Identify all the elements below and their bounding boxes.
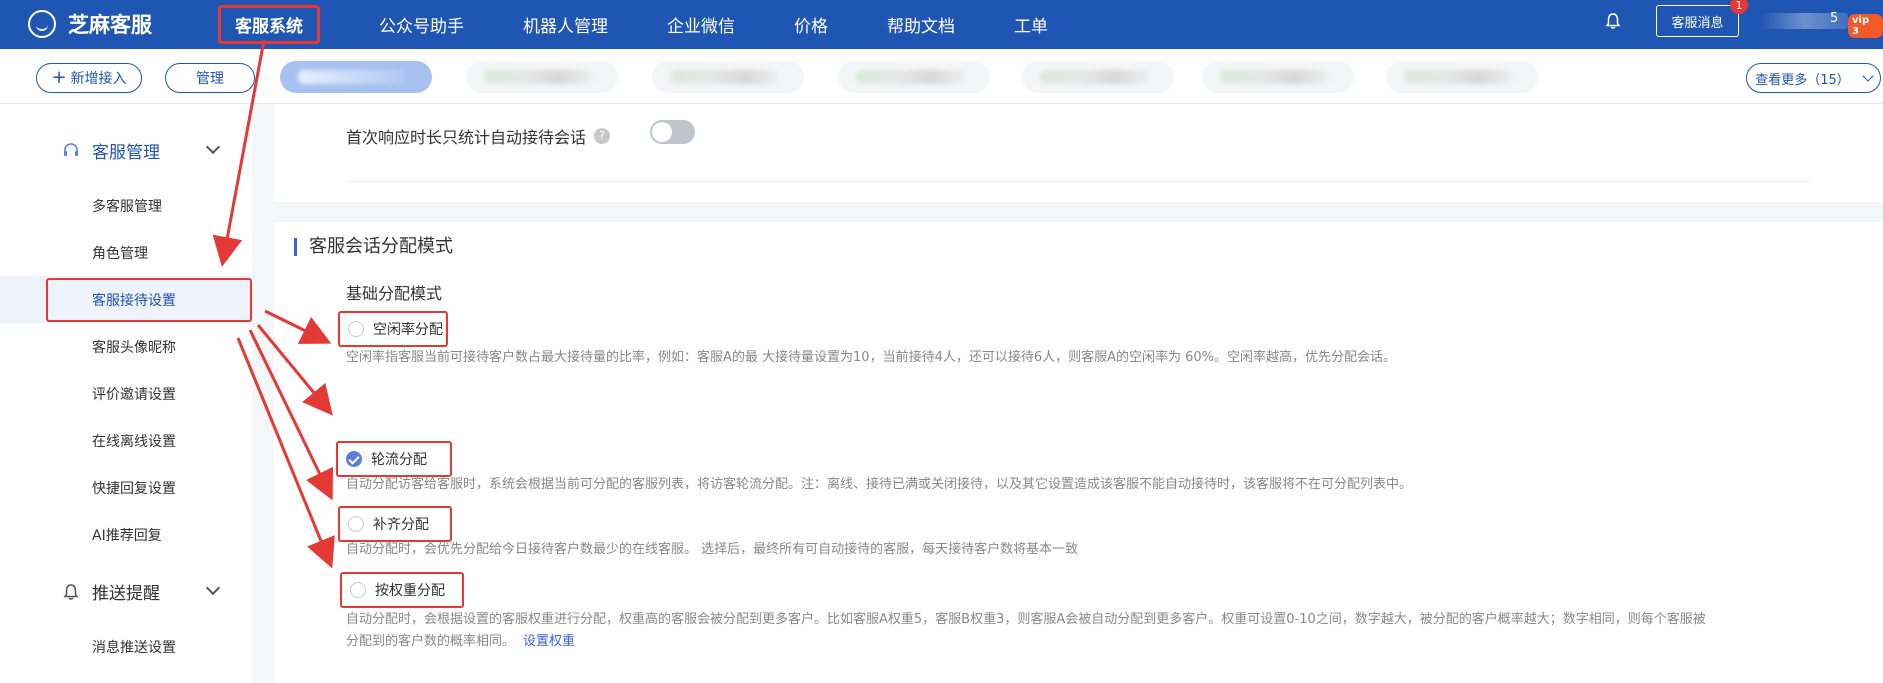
nav-help-docs[interactable]: 帮助文档 xyxy=(887,12,955,37)
sidebar-item-quick-reply[interactable]: 快捷回复设置 xyxy=(0,464,252,511)
bell-icon[interactable] xyxy=(1604,12,1622,30)
nav-robot-management[interactable]: 机器人管理 xyxy=(523,12,608,37)
app-logo[interactable]: 芝麻客服 xyxy=(28,9,152,39)
radio-label: 空闲率分配 xyxy=(373,322,443,338)
radio-label: 补齐分配 xyxy=(373,517,429,533)
mode-description: 自动分配访客给客服时，系统会根据当前可分配的客服列表，将访客轮流分配。注：离线、… xyxy=(346,477,1413,492)
radio-round-robin[interactable]: 轮流分配 xyxy=(336,441,452,477)
radio-circle[interactable] xyxy=(348,516,364,532)
sidebar-item-message-push[interactable]: 消息推送设置 xyxy=(0,623,252,670)
desc-line: 分配到的客户数的概率相同。 设置权重 xyxy=(346,631,1846,653)
desc-line: 自动分配时，会根据设置的客服权重进行分配，权重高的客服会被分配到更多客户。比如客… xyxy=(346,612,1706,627)
annotation-highlight-box xyxy=(46,278,252,322)
channel-tab[interactable] xyxy=(466,61,618,93)
channel-tab-active[interactable] xyxy=(280,61,432,93)
channel-tabbar: + 新增接入 管理 查看更多（15） xyxy=(0,49,1883,104)
sidebar-item-label: 多客服管理 xyxy=(92,198,162,215)
nav-tickets[interactable]: 工单 xyxy=(1014,12,1048,37)
radio-weighted[interactable]: 按权重分配 xyxy=(340,572,464,608)
first-response-setting: 首次响应时长只统计自动接待会话 ? xyxy=(346,124,611,148)
sidebar-item-reception-settings[interactable]: 客服接待设置 xyxy=(0,276,252,323)
main-nav: 客服系统 公众号助手 机器人管理 企业微信 价格 帮助文档 工单 xyxy=(218,0,1107,49)
app-name: 芝麻客服 xyxy=(68,13,152,37)
nav-wecom[interactable]: 企业微信 xyxy=(667,12,735,37)
top-navbar: 芝麻客服 客服系统 公众号助手 机器人管理 企业微信 价格 帮助文档 工单 客服… xyxy=(0,0,1883,49)
sidebar-group-customer-service[interactable]: 客服管理 xyxy=(62,138,221,163)
see-more-button[interactable]: 查看更多（15） xyxy=(1746,63,1881,93)
nav-customer-service[interactable]: 客服系统 xyxy=(218,5,320,44)
nav-pricing[interactable]: 价格 xyxy=(794,12,828,37)
sidebar-item-ai-reply[interactable]: AI推荐回复 xyxy=(0,511,252,558)
sidebar-item-label: 快捷回复设置 xyxy=(92,480,176,497)
radio-fill-up[interactable]: 补齐分配 xyxy=(338,506,452,542)
mode-description: 自动分配时，会根据设置的客服权重进行分配，权重高的客服会被分配到更多客户。比如客… xyxy=(346,609,1846,653)
manage-button[interactable]: 管理 xyxy=(165,63,255,93)
channel-tab[interactable] xyxy=(838,61,990,93)
add-access-button[interactable]: + 新增接入 xyxy=(36,63,142,93)
sidebar-item-label: 角色管理 xyxy=(92,245,148,262)
sidebar-group-label: 推送提醒 xyxy=(92,584,160,604)
basic-mode-title: 基础分配模式 xyxy=(346,284,443,303)
channel-tab[interactable] xyxy=(1022,61,1174,93)
chevron-down-icon xyxy=(1862,70,1874,82)
assignment-mode-card: 客服会话分配模式 基础分配模式 空闲率分配 空闲率指客服当前可接待客户数占最大接… xyxy=(274,222,1883,683)
sidebar-item-label: 消息推送设置 xyxy=(92,639,176,656)
radio-label: 按权重分配 xyxy=(375,583,445,599)
headset-icon xyxy=(64,142,78,156)
radio-circle[interactable] xyxy=(348,321,364,337)
mode-description: 空闲率指客服当前可接待客户数占最大接待量的比率，例如：客服A的最 大接待量设置为… xyxy=(346,350,1397,365)
channel-tab[interactable] xyxy=(652,61,804,93)
radio-checked-icon[interactable] xyxy=(346,451,362,467)
vip-badge: vip 3 xyxy=(1848,14,1883,38)
main-content: 首次响应时长只统计自动接待会话 ? 客服会话分配模式 基础分配模式 空闲率分配 … xyxy=(274,104,1883,683)
sidebar-item-multi-agent[interactable]: 多客服管理 xyxy=(0,182,252,229)
radio-circle[interactable] xyxy=(350,582,366,598)
channel-tab[interactable] xyxy=(1202,61,1354,93)
first-response-label: 首次响应时长只统计自动接待会话 xyxy=(346,128,587,147)
message-count-badge: 1 xyxy=(1730,0,1748,14)
sidebar-item-label: 客服头像昵称 xyxy=(92,339,176,356)
set-weight-link[interactable]: 设置权重 xyxy=(523,634,575,649)
customer-message-button[interactable]: 客服消息 xyxy=(1656,5,1739,37)
desc-text: 分配到的客户数的概率相同。 xyxy=(346,634,516,649)
chevron-down-icon xyxy=(205,580,221,596)
sidebar-item-online-offline[interactable]: 在线离线设置 xyxy=(0,417,252,464)
add-access-label: 新增接入 xyxy=(70,71,127,87)
sidebar-item-label: 评价邀请设置 xyxy=(92,386,176,403)
account-suffix: 5 xyxy=(1830,11,1839,26)
sidebar-item-label: AI推荐回复 xyxy=(92,527,162,544)
channel-tab[interactable] xyxy=(1386,61,1538,93)
section-title: 客服会话分配模式 xyxy=(294,238,453,256)
sidebar-group-label: 客服管理 xyxy=(92,143,160,163)
mode-description: 自动分配时，会优先分配给今日接待客户数最少的在线客服。 选择后，最终所有可自动接… xyxy=(346,542,1079,557)
bell-icon xyxy=(63,583,79,600)
plus-icon: + xyxy=(51,67,67,88)
help-icon[interactable]: ? xyxy=(594,128,611,144)
sidebar-item-label: 在线离线设置 xyxy=(92,433,176,450)
see-more-label: 查看更多（15） xyxy=(1755,72,1850,88)
divider xyxy=(346,181,1810,182)
sidebar-item-roles[interactable]: 角色管理 xyxy=(0,229,252,276)
sidebar: 客服管理 多客服管理 角色管理 客服接待设置 客服头像昵称 评价邀请设置 在线离… xyxy=(0,104,252,683)
customer-message-label: 客服消息 xyxy=(1671,15,1724,31)
radio-idle-rate[interactable]: 空闲率分配 xyxy=(338,311,448,347)
sidebar-item-avatar-nickname[interactable]: 客服头像昵称 xyxy=(0,323,252,370)
logo-icon xyxy=(28,10,56,38)
sidebar-group-push-reminder[interactable]: 推送提醒 xyxy=(62,579,221,604)
nav-official-account[interactable]: 公众号助手 xyxy=(379,12,464,37)
first-response-card: 首次响应时长只统计自动接待会话 ? xyxy=(274,104,1883,202)
chevron-down-icon xyxy=(205,139,221,155)
sidebar-item-rating-invite[interactable]: 评价邀请设置 xyxy=(0,370,252,417)
first-response-toggle[interactable] xyxy=(650,120,695,144)
radio-label: 轮流分配 xyxy=(371,452,427,468)
manage-label: 管理 xyxy=(196,71,224,87)
